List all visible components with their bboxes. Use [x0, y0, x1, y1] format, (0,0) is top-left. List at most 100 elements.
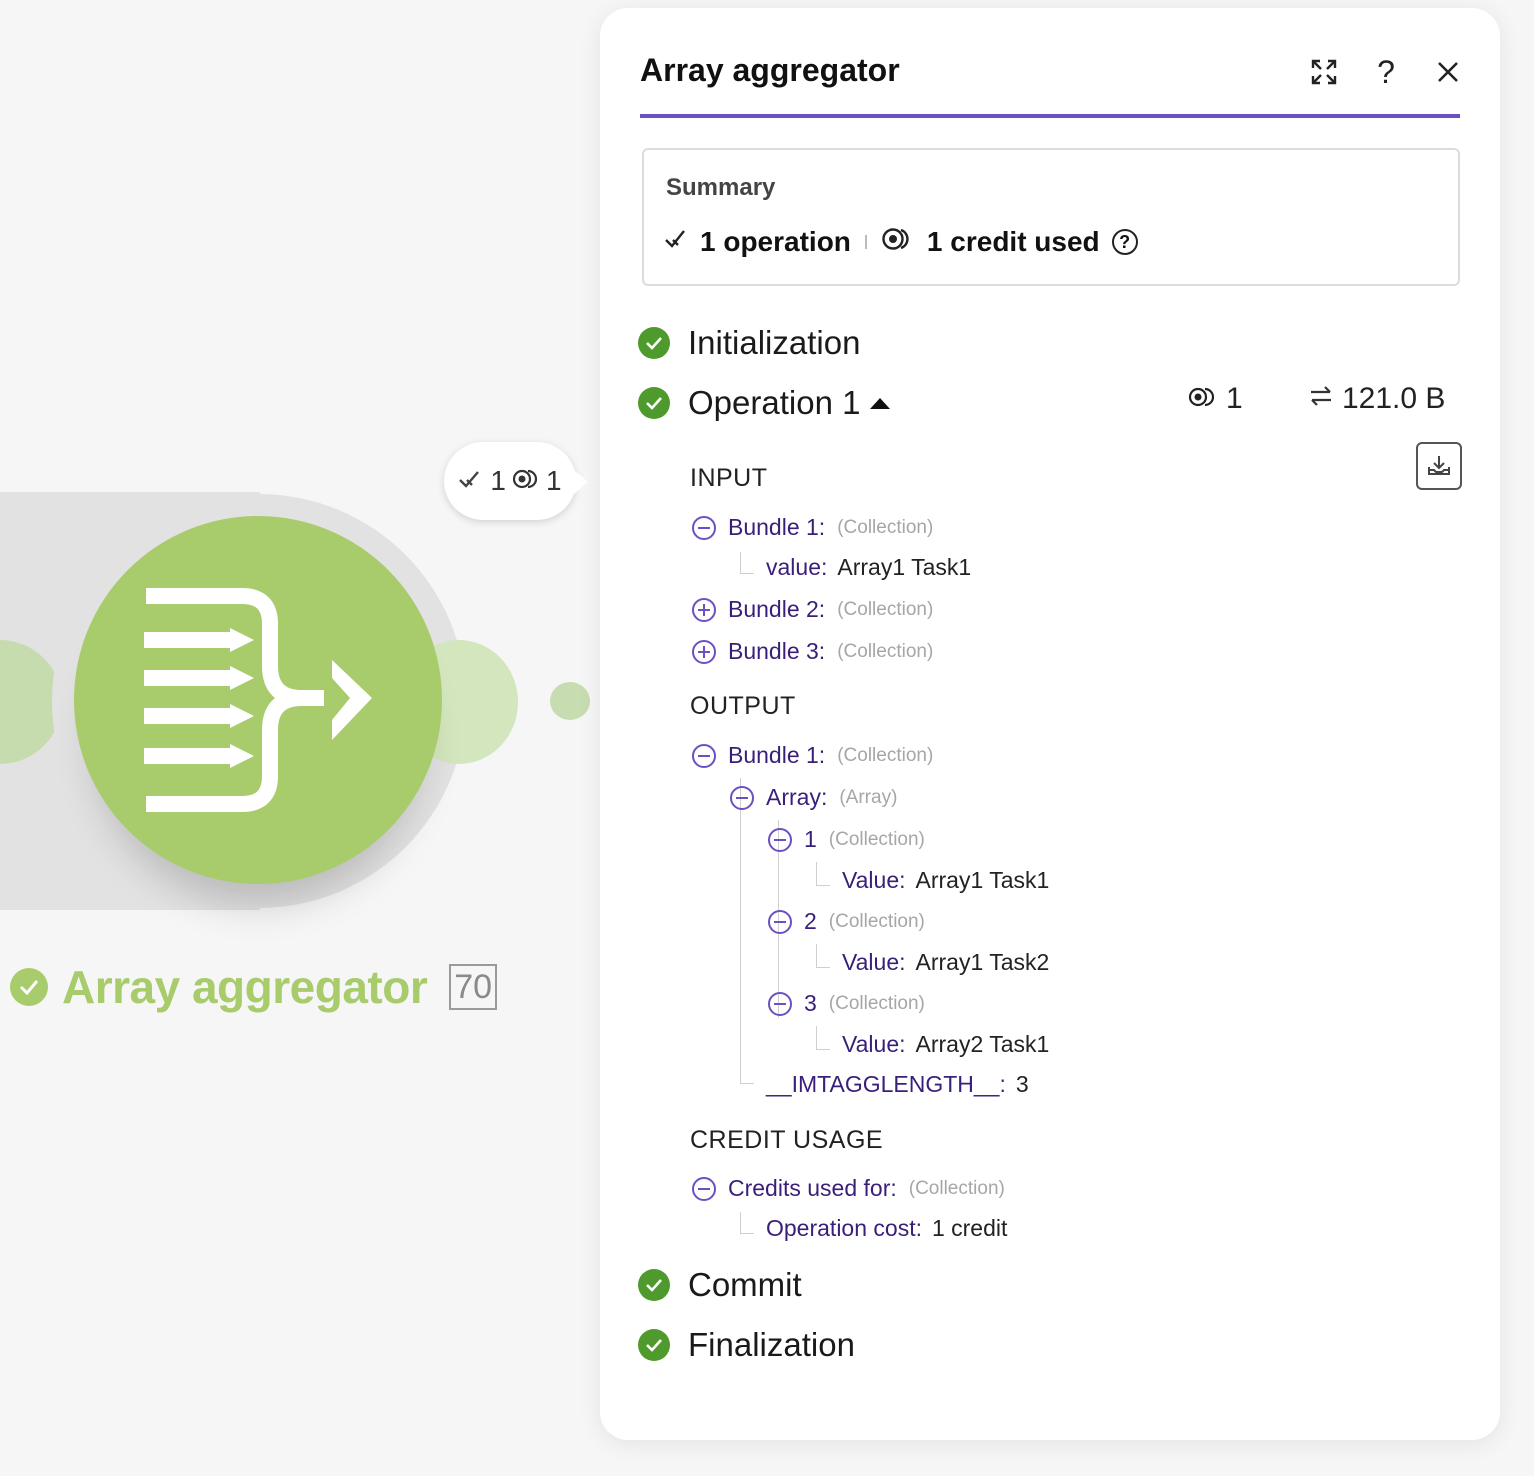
download-button[interactable]	[1416, 442, 1462, 490]
node-key: Bundle 3:	[728, 638, 826, 664]
phase-label: Commit	[688, 1266, 802, 1303]
node-key: Credits used for:	[728, 1175, 897, 1201]
credit-icon	[512, 465, 540, 497]
node-key: Value:	[842, 867, 906, 893]
tree-line	[816, 885, 830, 886]
add-module-handle[interactable]	[550, 682, 590, 720]
node-type: (Collection)	[837, 598, 934, 620]
panel-header: Array aggregator ?	[640, 48, 1460, 118]
tree-line	[740, 778, 741, 1084]
phase-initialization[interactable]: Initialization	[638, 324, 860, 362]
credit-usage-title: CREDIT USAGE	[690, 1126, 884, 1154]
collapse-icon[interactable]	[768, 991, 792, 1016]
output-array-item-1-value: Value: Array1 Task1	[842, 867, 1049, 894]
collapse-icon[interactable]	[692, 743, 716, 768]
input-title: INPUT	[690, 464, 768, 492]
phase-finalization[interactable]: Finalization	[638, 1326, 855, 1364]
node-key: Array:	[766, 784, 828, 810]
phase-label: Operation 1	[688, 384, 861, 421]
node-type: (Collection)	[837, 640, 934, 662]
download-icon	[1428, 456, 1450, 475]
node-type: (Collection)	[828, 992, 925, 1014]
credits-help-icon[interactable]: ?	[1111, 229, 1138, 255]
node-key: Value:	[842, 1031, 906, 1057]
success-check-icon	[638, 327, 670, 359]
output-array-item-3[interactable]: 3 (Collection)	[768, 990, 925, 1017]
output-bundle-1[interactable]: Bundle 1: (Collection)	[692, 742, 933, 769]
input-bundle-1-value: value: Array1 Task1	[766, 554, 971, 581]
input-bundle-1[interactable]: Bundle 1: (Collection)	[692, 514, 933, 541]
tree-line	[816, 1049, 830, 1050]
node-type: (Collection)	[837, 516, 934, 538]
node-key: value:	[766, 554, 828, 580]
tree-line	[740, 552, 741, 574]
question-icon: ?	[1377, 53, 1395, 90]
module-id: 70	[449, 964, 498, 1010]
node-key: 3	[804, 990, 817, 1016]
success-check-icon	[638, 387, 670, 419]
collapse-icon[interactable]	[768, 909, 792, 934]
tree-line	[740, 1083, 754, 1084]
credits-used-for[interactable]: Credits used for: (Collection)	[692, 1175, 1005, 1202]
output-array-item-2-value: Value: Array1 Task2	[842, 949, 1049, 976]
node-key: Bundle 1:	[728, 742, 826, 768]
operation-credits: 1	[1188, 382, 1243, 416]
tree-line	[816, 944, 817, 968]
input-bundle-2[interactable]: Bundle 2: (Collection)	[692, 596, 933, 623]
node-type: (Collection)	[837, 744, 934, 766]
array-aggregator-icon	[144, 588, 372, 812]
module-name[interactable]: Array aggregator	[62, 960, 428, 1014]
node-key: 2	[804, 908, 817, 934]
node-key: Value:	[842, 949, 906, 975]
output-array-item-1[interactable]: 1 (Collection)	[768, 826, 925, 853]
output-title: OUTPUT	[690, 692, 796, 720]
tree-line	[740, 1212, 741, 1234]
success-check-icon	[638, 1269, 670, 1301]
bubble-operations: 1	[490, 465, 506, 496]
close-button[interactable]	[1430, 54, 1466, 90]
node-value: Array1 Task1	[837, 554, 972, 580]
output-array[interactable]: Array: (Array)	[730, 784, 897, 811]
array-aggregator-module[interactable]	[74, 516, 442, 884]
execution-inspector-panel: Array aggregator ? Summary 1 operation 1…	[600, 8, 1500, 1440]
node-value: 1 credit	[931, 1215, 1008, 1241]
collapse-icon[interactable]	[692, 1176, 716, 1201]
help-button[interactable]: ?	[1368, 54, 1404, 90]
collapse-icon[interactable]	[692, 515, 716, 540]
tree-line	[816, 967, 830, 968]
input-bundle-3[interactable]: Bundle 3: (Collection)	[692, 638, 933, 665]
phase-label: Initialization	[688, 324, 861, 361]
close-icon	[1438, 62, 1458, 82]
transfer-icon	[1308, 382, 1334, 416]
output-array-item-2[interactable]: 2 (Collection)	[768, 908, 925, 935]
summary-operations: 1 operation	[700, 226, 851, 257]
node-type: (Collection)	[908, 1177, 1005, 1199]
operation-cost: Operation cost: 1 credit	[766, 1215, 1007, 1242]
operation-credits-value: 1	[1226, 382, 1243, 415]
phase-operation-1[interactable]: Operation 1	[638, 384, 891, 422]
tree-line	[816, 1026, 817, 1050]
expand-icon	[1311, 59, 1337, 85]
node-key: Bundle 1:	[728, 514, 826, 540]
panel-title: Array aggregator	[640, 52, 900, 88]
caret-up-icon[interactable]	[870, 397, 891, 409]
collapse-icon[interactable]	[730, 785, 754, 810]
credit-icon	[1188, 382, 1218, 416]
summary-separator	[864, 235, 867, 249]
expand-icon[interactable]	[692, 597, 716, 622]
success-check-icon	[10, 968, 48, 1006]
node-key: Operation cost:	[766, 1215, 922, 1241]
summary-credits: 1 credit used	[926, 226, 1100, 257]
node-value: Array1 Task2	[915, 949, 1050, 975]
node-key: 1	[804, 826, 817, 852]
tree-line	[740, 1233, 754, 1234]
tree-line	[816, 862, 817, 886]
node-value: Array2 Task1	[915, 1031, 1050, 1057]
check-icon	[458, 465, 484, 497]
phase-commit[interactable]: Commit	[638, 1266, 802, 1304]
expand-icon[interactable]	[692, 639, 716, 664]
bubble-credits: 1	[546, 465, 562, 496]
expand-button[interactable]	[1306, 54, 1342, 90]
module-run-bubble[interactable]: 1 1	[444, 442, 588, 520]
collapse-icon[interactable]	[768, 827, 792, 852]
